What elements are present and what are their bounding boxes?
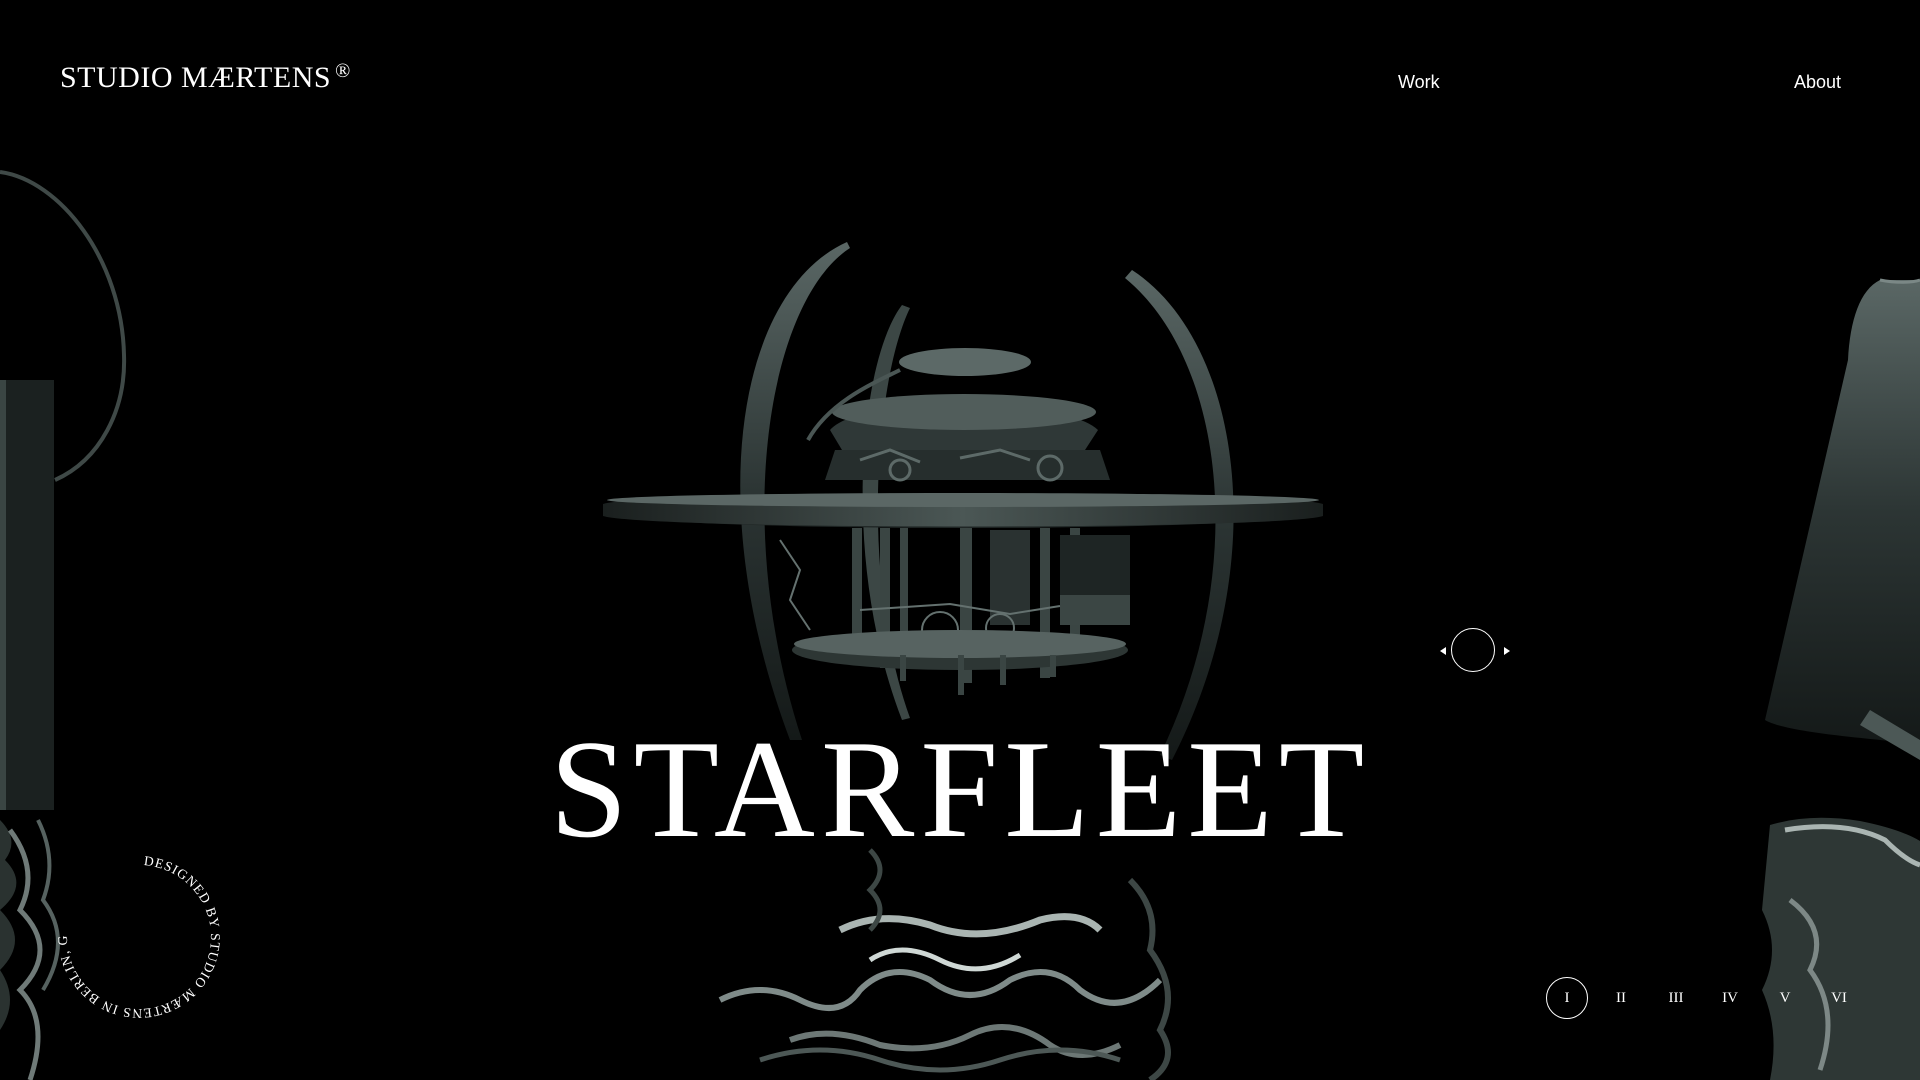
circular-text-badge: DESIGNED BY STUDIO MÆRTENS IN BERLIN, GE… [54,852,223,1021]
nav-link-about[interactable]: About [1794,72,1841,93]
project-pagination: I II III IV V VI [1540,977,1880,1021]
svg-text:DESIGNED BY STUDIO MÆRTENS IN: DESIGNED BY STUDIO MÆRTENS IN BERLIN, GE… [54,852,223,1021]
page-button-2[interactable]: II [1600,977,1642,1019]
page-button-1[interactable]: I [1546,977,1588,1019]
page-button-6[interactable]: VI [1818,977,1860,1019]
page-button-4[interactable]: IV [1709,977,1751,1019]
circle-icon[interactable] [1451,628,1495,672]
nav-link-work[interactable]: Work [1398,72,1440,93]
studio-logo[interactable]: STUDIO MÆRTENS ® [60,60,351,95]
project-title[interactable]: STARFLEET [0,720,1920,860]
water-reflection [718,848,1171,1080]
triangle-left-icon[interactable] [1436,641,1450,661]
right-sculpture [1762,278,1920,1080]
logo-text: STUDIO MÆRTENS [60,61,332,94]
hero-scene [0,170,1920,1080]
triangle-right-icon[interactable] [1500,641,1514,661]
starfleet-object [603,242,1323,760]
registered-mark: ® [335,60,351,82]
page-button-3[interactable]: III [1655,977,1697,1019]
badge-text: DESIGNED BY STUDIO MÆRTENS IN BERLIN, GE… [54,852,222,1021]
page-button-5[interactable]: V [1764,977,1806,1019]
